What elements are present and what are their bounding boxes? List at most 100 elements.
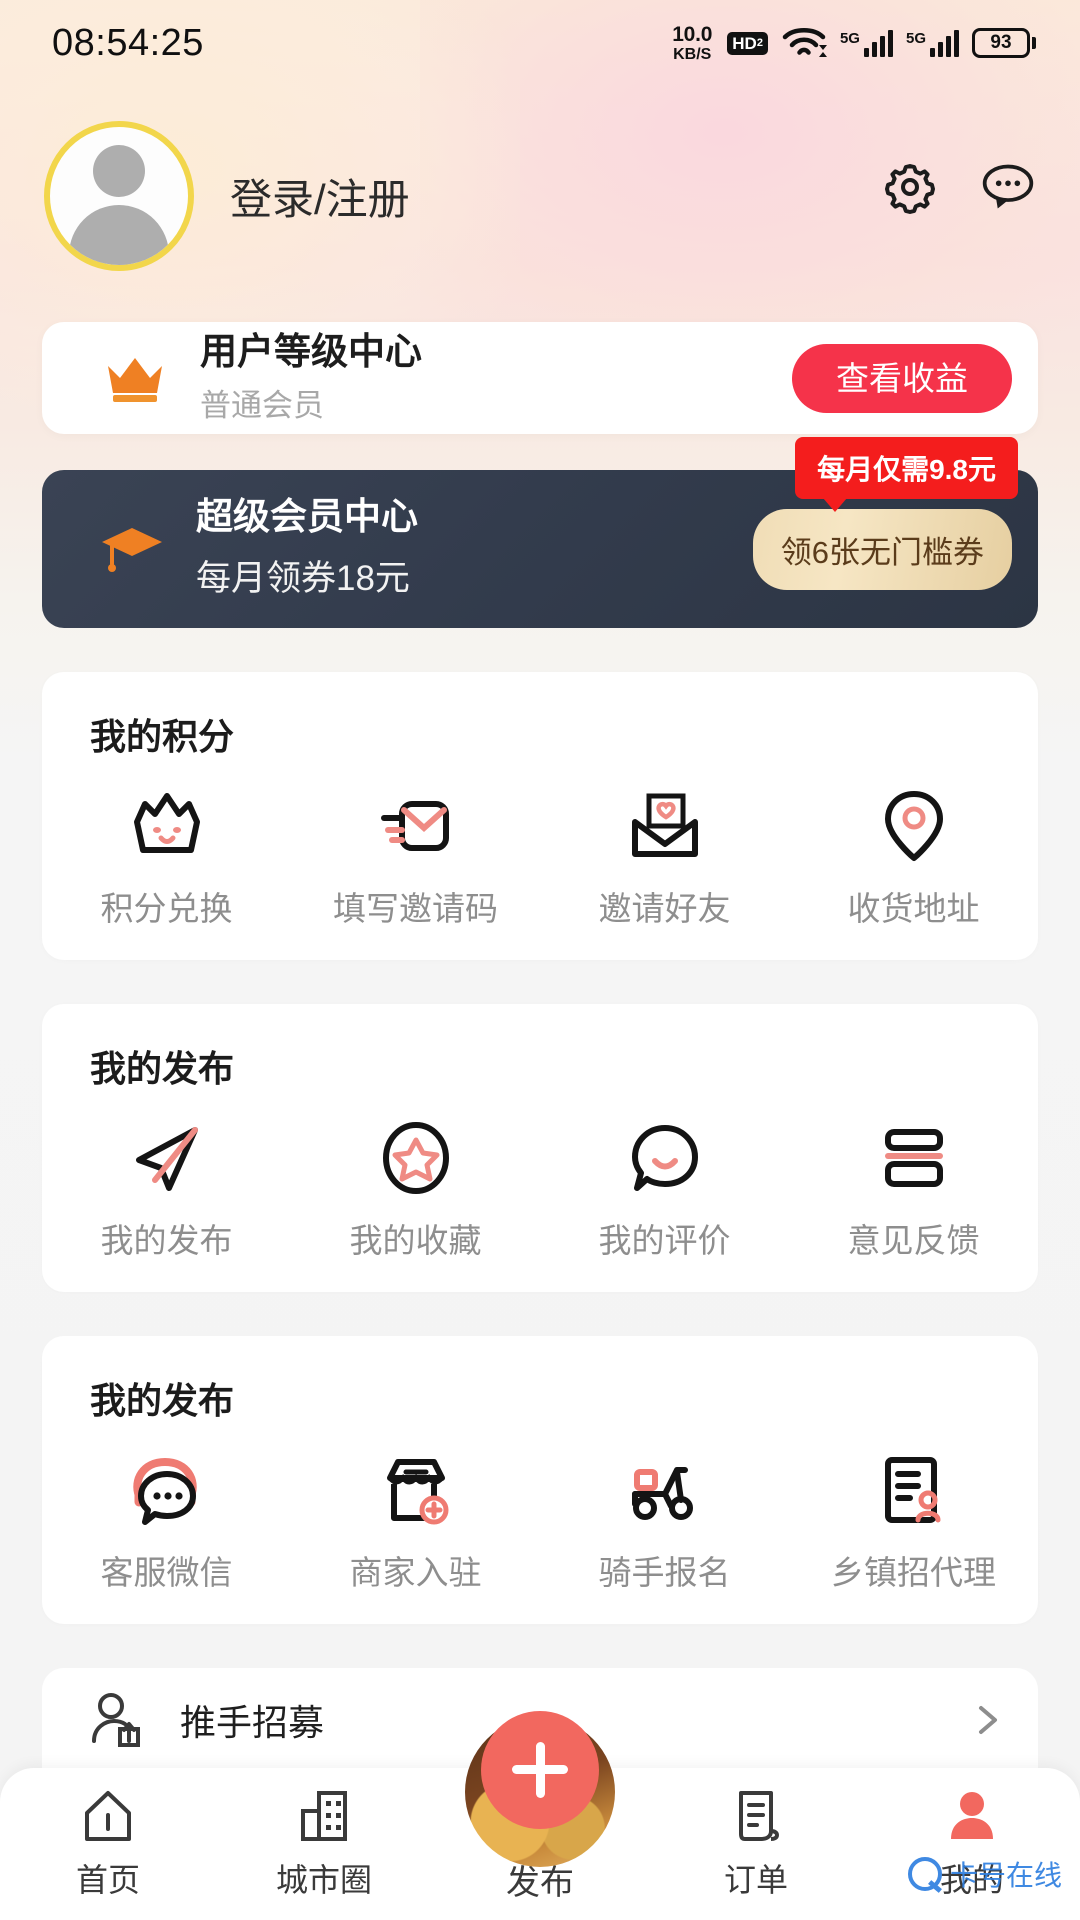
profile-header: 登录/注册 [0,86,1080,276]
chat-bubble-icon[interactable] [980,159,1036,215]
signal-2-bars [930,29,959,57]
status-bar: 08:54:25 10.0 KB/S HD 2 5G 5G 93 [0,0,1080,86]
network-speed-indicator: 10.0 KB/S [672,24,712,63]
location-pin-icon [884,791,943,861]
grid-item-town-agent[interactable]: 乡镇招代理 [789,1450,1038,1594]
tab-label: 首页 [75,1862,140,1898]
points-section-card: 我的积分 积分兑换 填写邀请码 邀请好友 收货地址 [42,672,1038,960]
default-avatar-icon [50,127,188,265]
signal-icon-2: 5G [905,29,959,57]
super-member-texts: 超级会员中心 每月领券18元 [196,496,418,601]
my-posts-section-card: 我的发布 我的发布 我的收藏 我的评价 意见反馈 [42,1004,1038,1292]
hd-sub: 2 [756,36,763,49]
bottom-tab-bar: 首页 城市圈 发布 订单 我的 [0,1710,1080,1920]
user-level-title: 用户等级中心 [200,331,422,373]
grid-label: 积分兑换 [100,890,233,927]
battery-icon: 93 [972,28,1036,58]
grid-label: 骑手报名 [598,1554,731,1591]
invite-code-mail-icon [380,801,449,851]
document-agent-icon [884,1457,940,1523]
battery-level: 93 [990,32,1012,53]
points-section-title: 我的积分 [90,716,235,757]
grid-item-shipping-address[interactable]: 收货地址 [789,786,1038,930]
graduation-cap-icon [102,528,162,572]
grid-item-my-posts[interactable]: 我的发布 [42,1118,291,1262]
header-actions [882,159,1036,233]
signal-1-label: 5G [839,29,860,47]
grid-label: 客服微信 [100,1554,233,1591]
gear-icon[interactable] [882,159,938,215]
price-badge: 每月仅需9.8元 [795,436,1018,512]
signal-icon-1: 5G [839,29,893,57]
grid-item-feedback[interactable]: 意见反馈 [789,1118,1038,1262]
tab-home[interactable]: 首页 [0,1787,216,1901]
grid-item-invite-friend[interactable]: 邀请好友 [540,786,789,930]
crown-face-icon [133,793,200,853]
user-level-subtitle: 普通会员 [200,387,324,423]
super-member-card[interactable]: 超级会员中心 每月领券18元 每月仅需9.8元 领6张无门槛券 [42,436,1038,628]
grid-label: 乡镇招代理 [831,1554,996,1591]
network-speed-unit: KB/S [673,45,712,63]
grid-label: 商家入驻 [349,1554,482,1591]
user-level-card[interactable]: 用户等级中心 普通会员 查看收益 [42,322,1038,434]
signal-1-bars [863,29,893,57]
paper-plane-icon [135,1127,198,1191]
grid-label: 我的收藏 [349,1222,482,1259]
headset-chat-icon [132,1457,197,1525]
grid-item-customer-service[interactable]: 客服微信 [42,1450,291,1594]
grid-item-invite-code[interactable]: 填写邀请码 [291,786,540,930]
services-section-title: 我的发布 [90,1380,235,1421]
network-speed-value: 10.0 [672,22,713,46]
tab-order[interactable]: 订单 [648,1787,864,1901]
home-icon [85,1791,131,1841]
grid-item-my-favorites[interactable]: 我的收藏 [291,1118,540,1262]
tab-label: 订单 [723,1862,788,1898]
super-member-title: 超级会员中心 [196,496,418,538]
grid-item-rider-signup[interactable]: 骑手报名 [540,1450,789,1594]
grid-item-points-exchange[interactable]: 积分兑换 [42,786,291,930]
shop-plus-icon [386,1459,448,1525]
scooter-icon [631,1467,693,1520]
claim-coupon-button[interactable]: 领6张无门槛券 [752,508,1012,590]
city-icon [301,1791,347,1841]
status-icons: 10.0 KB/S HD 2 5G 5G 93 [672,23,1036,63]
watermark-text: 卡号在线 [949,1860,1062,1891]
star-circle-icon [382,1122,449,1194]
super-member-subtitle: 每月领券18元 [196,558,410,598]
services-section-card: 我的发布 客服微信 商家入驻 骑手报名 乡镇招代理 [42,1336,1038,1624]
profile-icon [951,1792,993,1839]
tab-city[interactable]: 城市圈 [216,1787,432,1901]
my-posts-section-grid: 我的发布 我的收藏 我的评价 意见反馈 [42,1118,1038,1262]
wifi-icon [782,28,827,57]
hd-label: HD [732,33,757,53]
view-earnings-button[interactable]: 查看收益 [792,343,1012,413]
crown-icon [108,358,162,402]
avatar[interactable] [44,121,194,271]
grid-label: 意见反馈 [847,1222,980,1259]
grid-item-my-reviews[interactable]: 我的评价 [540,1118,789,1262]
tab-label: 城市圈 [275,1862,372,1898]
my-posts-section-title: 我的发布 [90,1048,235,1089]
chevron-right-icon [979,1706,997,1734]
grid-label: 我的评价 [598,1222,731,1259]
super-member-actions: 每月仅需9.8元 领6张无门槛券 [752,436,1018,590]
heart-envelope-icon [631,793,698,857]
login-register-link[interactable]: 登录/注册 [230,166,410,227]
person-share-icon [92,1693,140,1747]
promoter-recruit-label: 推手招募 [180,1702,325,1743]
status-time: 08:54:25 [52,21,204,64]
grid-item-merchant-join[interactable]: 商家入驻 [291,1450,540,1594]
user-level-texts: 用户等级中心 普通会员 [200,331,422,425]
comment-smile-icon [631,1125,698,1191]
app-page: 08:54:25 10.0 KB/S HD 2 5G 5G 93 登录/注册 用… [0,0,1080,1920]
services-section-grid: 客服微信 商家入驻 骑手报名 乡镇招代理 [42,1450,1038,1594]
order-icon [739,1791,780,1841]
signal-2-label: 5G [905,29,926,47]
grid-label: 邀请好友 [598,890,731,927]
plus-icon[interactable] [481,1710,599,1829]
hd-icon: HD 2 [727,31,768,55]
grid-label: 收货地址 [847,890,980,927]
tab-publish[interactable]: 发布 [432,1710,648,1904]
points-section-grid: 积分兑换 填写邀请码 邀请好友 收货地址 [42,786,1038,930]
watermark: 卡号在线 [907,1854,1062,1894]
